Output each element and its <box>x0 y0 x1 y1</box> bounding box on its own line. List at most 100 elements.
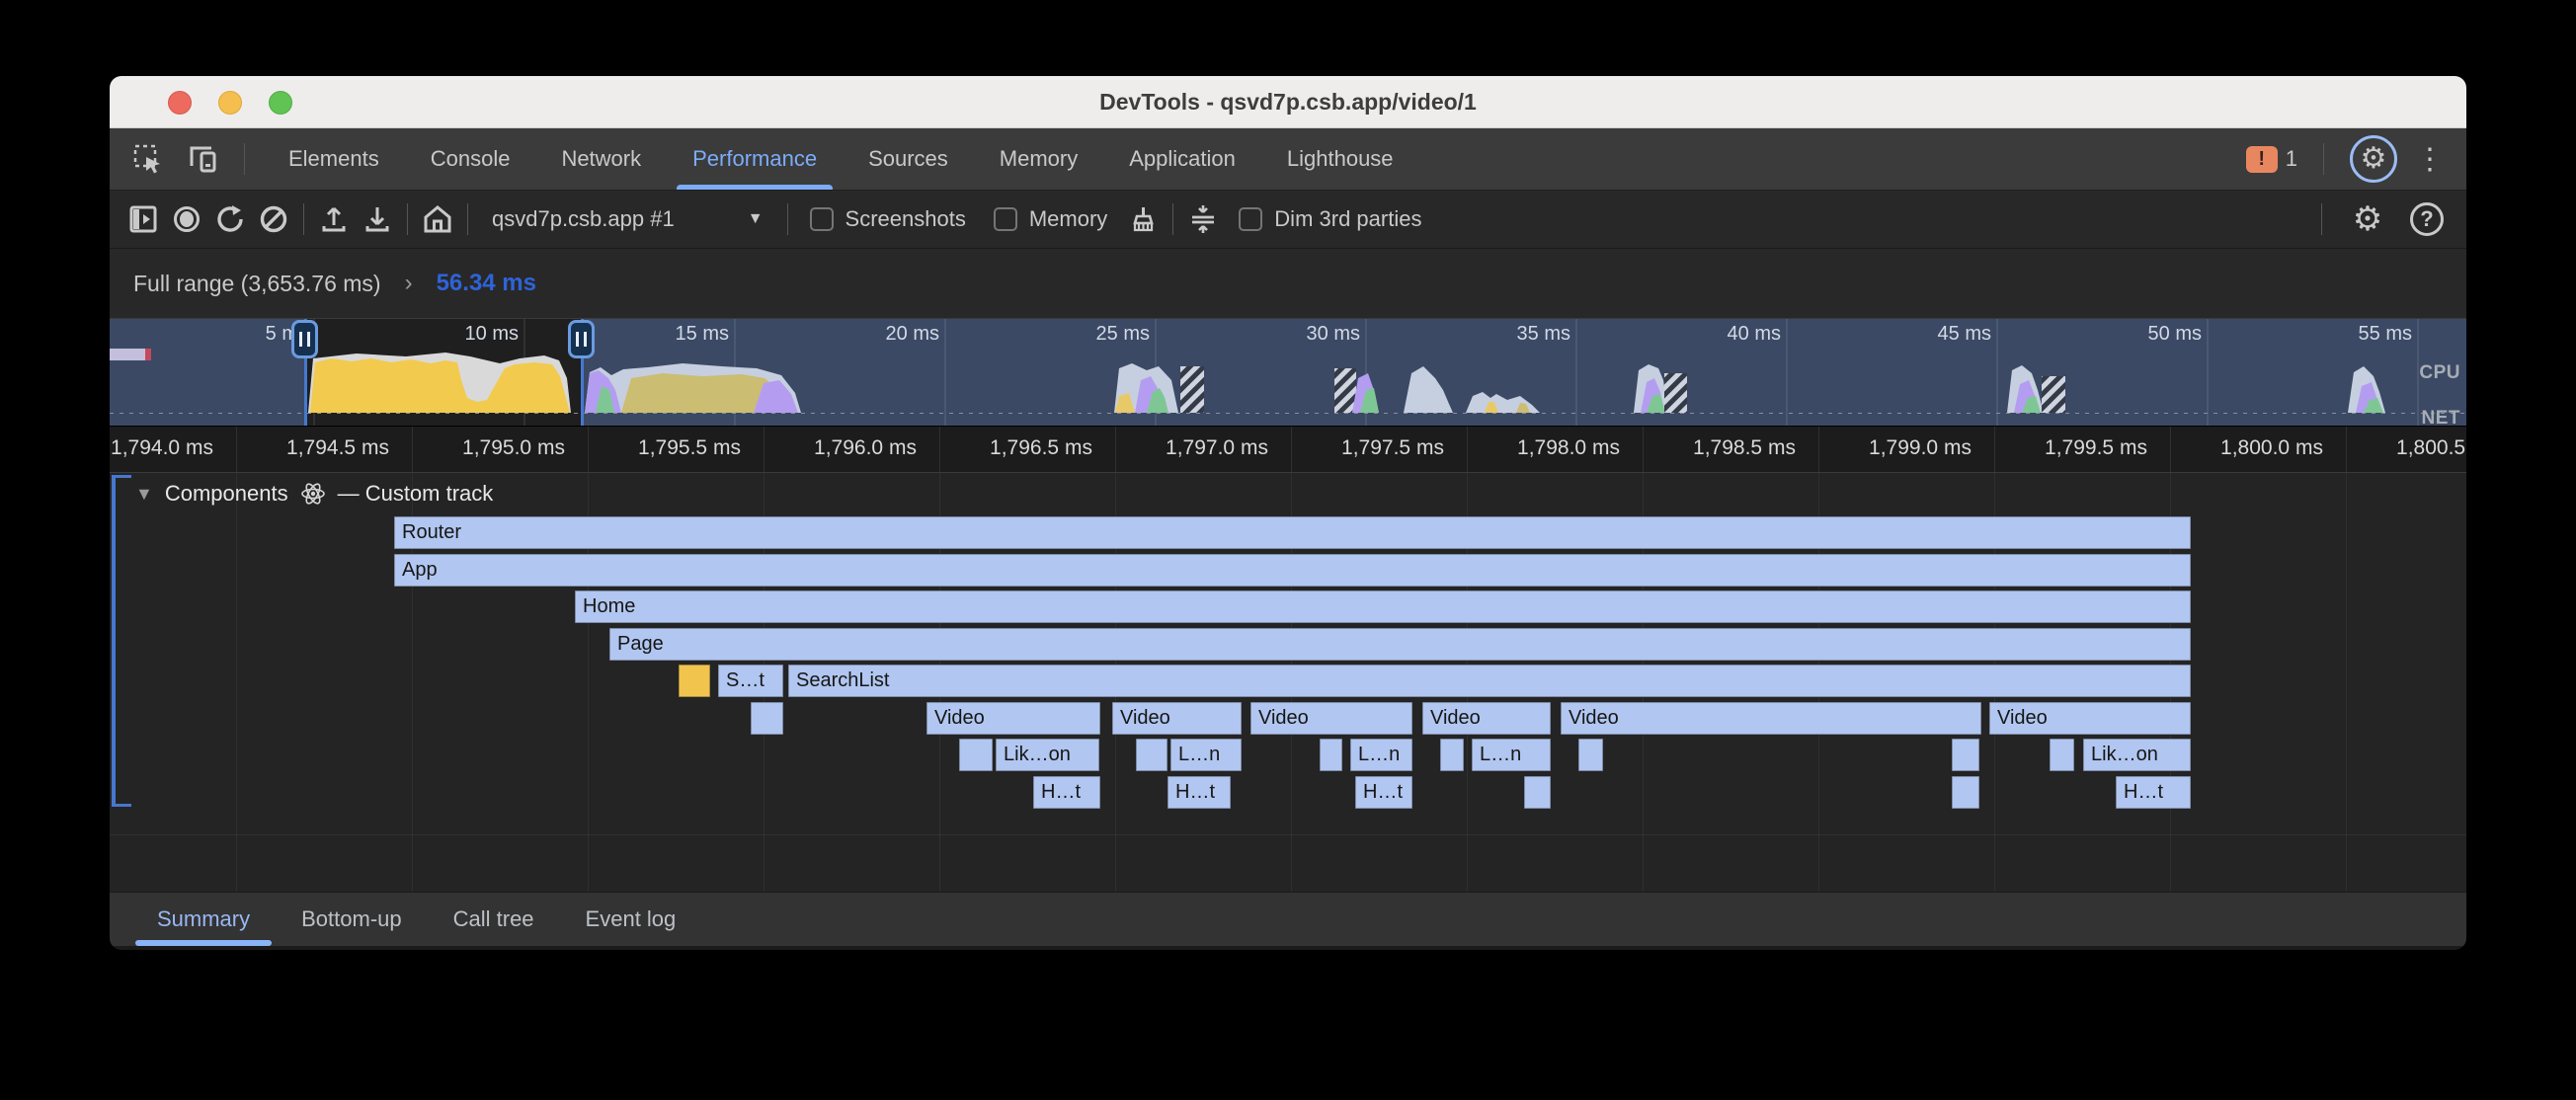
flame-entry[interactable]: Lik…on <box>996 739 1099 771</box>
range-handle-right[interactable] <box>581 319 584 426</box>
tab-lighthouse[interactable]: Lighthouse <box>1261 128 1419 190</box>
tab-application[interactable]: Application <box>1103 128 1261 190</box>
inspect-element-icon[interactable] <box>125 136 171 182</box>
flame-entry[interactable]: SearchList <box>788 665 2191 697</box>
flame-entry-label: Lik…on <box>996 739 1099 770</box>
flame-entry[interactable] <box>2050 739 2074 771</box>
upload-profile-icon[interactable] <box>312 197 356 241</box>
ruler-tick-label: 1,799.0 ms <box>1836 436 2004 460</box>
flame-entry[interactable]: Router <box>394 516 2191 549</box>
flame-chart[interactable]: ▼ Components — Custom track Router AppHom… <box>110 473 2466 892</box>
gear-icon: ⚙ <box>2361 144 2387 174</box>
tab-event-log[interactable]: Event log <box>560 893 702 946</box>
live-metrics-home-icon[interactable] <box>416 197 459 241</box>
settings-active-ring[interactable]: ⚙ <box>2350 135 2397 183</box>
tab-network[interactable]: Network <box>535 128 667 190</box>
flame-entry[interactable]: L…n <box>1472 739 1551 771</box>
flame-entry[interactable]: Video <box>1250 702 1412 735</box>
flame-entry-label: H…t <box>2116 776 2191 808</box>
flame-entry[interactable]: S…t <box>718 665 783 697</box>
flame-entry[interactable] <box>959 739 993 771</box>
tab-elements[interactable]: Elements <box>263 128 405 190</box>
tab-call-tree[interactable]: Call tree <box>428 893 560 946</box>
tab-sources[interactable]: Sources <box>843 128 974 190</box>
flame-entry[interactable]: H…t <box>1355 776 1412 809</box>
reload-and-record-icon[interactable] <box>208 197 252 241</box>
record-icon[interactable] <box>165 197 208 241</box>
flame-entry-label: S…t <box>718 665 783 696</box>
tab-bottom-up[interactable]: Bottom-up <box>276 893 428 946</box>
flame-entry[interactable]: Page <box>609 628 2191 661</box>
flame-entry[interactable]: Video <box>1422 702 1551 735</box>
flame-entry[interactable]: H…t <box>1167 776 1231 809</box>
flame-entry[interactable]: Home <box>575 590 2191 623</box>
dim-3rd-parties-checkbox[interactable]: Dim 3rd parties <box>1239 206 1421 232</box>
tab-memory[interactable]: Memory <box>974 128 1103 190</box>
checkbox-box <box>810 207 834 231</box>
flame-entry[interactable]: L…n <box>1350 739 1412 771</box>
breadcrumb-bar: Full range (3,653.76 ms) › 56.34 ms <box>110 249 2466 319</box>
flame-entry[interactable]: Video <box>1989 702 2191 735</box>
title-bar: DevTools - qsvd7p.csb.app/video/1 <box>110 76 2466 128</box>
divider <box>467 203 468 235</box>
tab-performance[interactable]: Performance <box>667 128 843 190</box>
toggle-sidebar-icon[interactable] <box>121 197 165 241</box>
flame-entry[interactable]: Video <box>1112 702 1242 735</box>
capture-settings-gear-icon[interactable]: ⚙ <box>2346 197 2389 241</box>
track-focus-bracket <box>112 475 131 807</box>
checkbox-box <box>994 207 1017 231</box>
selected-range-breadcrumb[interactable]: 56.34 ms <box>437 270 536 297</box>
flame-entry-label: Lik…on <box>2083 739 2191 770</box>
flame-entry[interactable]: H…t <box>1033 776 1100 809</box>
full-range-breadcrumb[interactable]: Full range (3,653.76 ms) <box>133 271 381 297</box>
flame-entry[interactable] <box>679 665 710 697</box>
flame-entry[interactable] <box>751 702 783 735</box>
divider <box>2323 143 2324 175</box>
timeline-overview[interactable]: 5 ms10 ms15 ms20 ms25 ms30 ms35 ms40 ms4… <box>110 319 2466 427</box>
flame-entry-label: Video <box>926 702 1100 734</box>
flame-entry[interactable]: Video <box>1561 702 1981 735</box>
tab-summary[interactable]: Summary <box>131 893 276 946</box>
flame-entry[interactable]: Lik…on <box>2083 739 2191 771</box>
flame-entry-label: SearchList <box>788 665 2191 696</box>
flame-entry[interactable]: App <box>394 554 2191 587</box>
gridline <box>764 427 765 472</box>
flame-entry[interactable] <box>1320 739 1342 771</box>
device-toolbar-icon[interactable] <box>181 136 226 182</box>
memory-checkbox[interactable]: Memory <box>994 206 1107 232</box>
ruler-tick-label: 1,796.0 ms <box>781 436 949 460</box>
flame-entry-label: Video <box>1561 702 1981 734</box>
gridline <box>1115 427 1116 472</box>
minimap-tick-label: 40 ms <box>1692 323 1781 346</box>
more-options-icon[interactable]: ⋮ <box>2415 142 2445 177</box>
target-selector[interactable]: qsvd7p.csb.app #1 ▼ <box>476 206 779 232</box>
collect-garbage-icon[interactable] <box>1121 197 1165 241</box>
flame-entry[interactable] <box>1952 739 1979 771</box>
flame-entry[interactable]: H…t <box>2116 776 2191 809</box>
flame-entry[interactable] <box>1952 776 1979 809</box>
flame-entry[interactable] <box>1524 776 1551 809</box>
issues-badge[interactable]: ! 1 <box>2246 146 2297 173</box>
gridline <box>588 427 589 472</box>
help-icon[interactable]: ? <box>2405 197 2449 241</box>
track-header[interactable]: ▼ Components — Custom track <box>135 481 493 507</box>
track-subtitle: — Custom track <box>338 481 494 507</box>
range-handle-left[interactable] <box>304 319 307 426</box>
ruler-tick-label: 1,796.5 ms <box>957 436 1125 460</box>
divider <box>787 203 788 235</box>
minimap-tick-label: 45 ms <box>1902 323 1991 346</box>
download-profile-icon[interactable] <box>356 197 399 241</box>
gridline <box>2170 427 2171 472</box>
main-tab-bar: Elements Console Network Performance Sou… <box>110 128 2466 191</box>
flame-entry[interactable]: L…n <box>1170 739 1242 771</box>
flame-entry[interactable] <box>1136 739 1167 771</box>
tab-console[interactable]: Console <box>405 128 536 190</box>
collapse-flame-icon[interactable] <box>1181 197 1225 241</box>
clear-icon[interactable] <box>252 197 295 241</box>
flame-entry[interactable]: Video <box>926 702 1100 735</box>
flame-entry-label: L…n <box>1350 739 1412 770</box>
flame-entry[interactable] <box>1440 739 1464 771</box>
screenshots-checkbox[interactable]: Screenshots <box>810 206 966 232</box>
gridline <box>236 473 237 892</box>
flame-entry[interactable] <box>1578 739 1603 771</box>
